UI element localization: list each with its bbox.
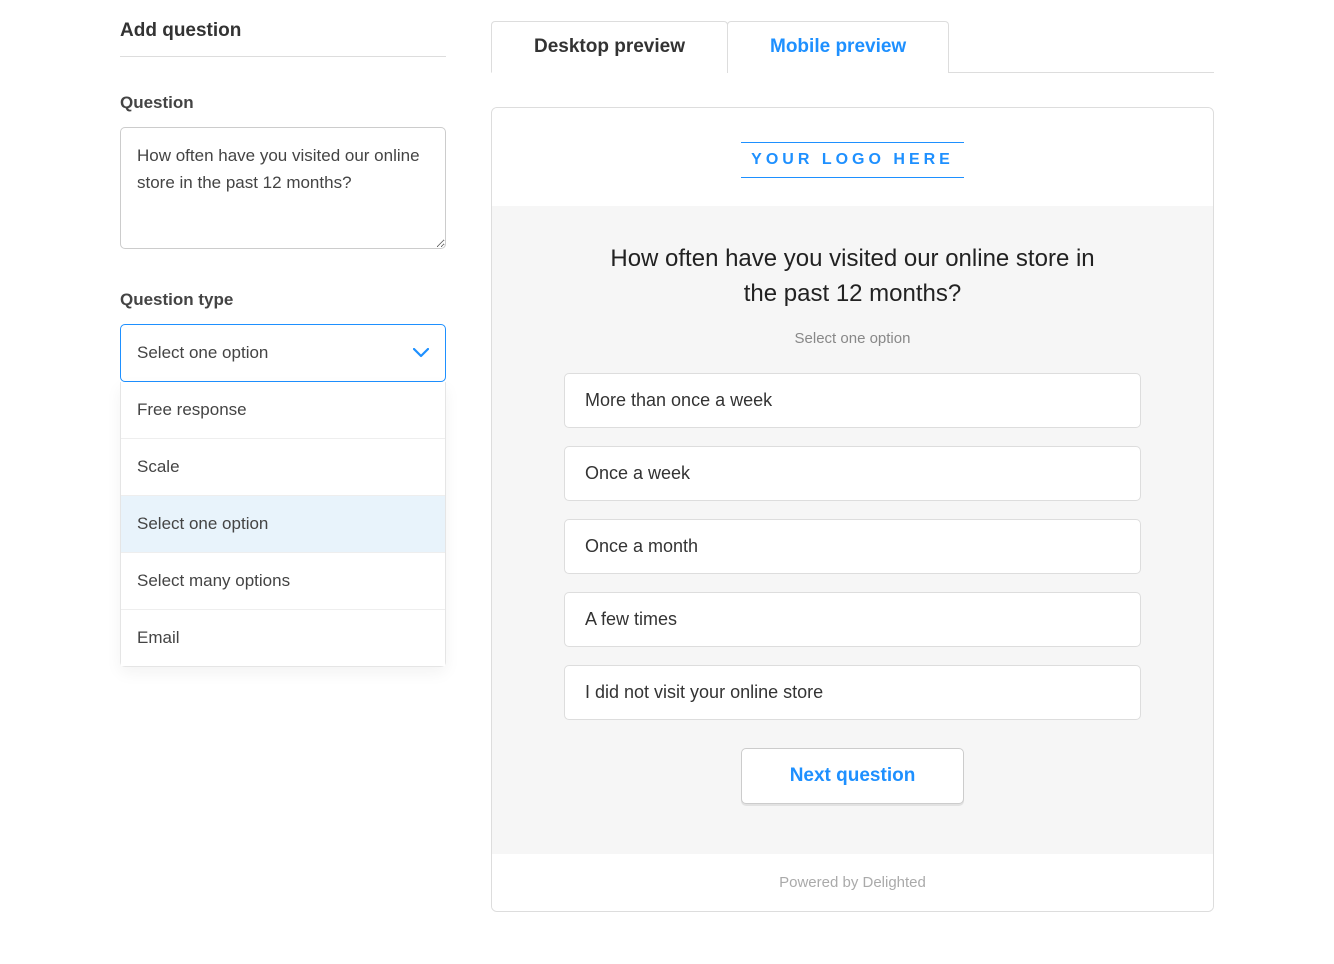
- preview-body: How often have you visited our online st…: [492, 206, 1213, 854]
- dropdown-item-email[interactable]: Email: [121, 609, 445, 666]
- preview-footer: Powered by Delighted: [492, 854, 1213, 911]
- preview-instruction: Select one option: [564, 330, 1141, 347]
- dropdown-item-free-response[interactable]: Free response: [121, 382, 445, 438]
- preview-tabs: Desktop preview Mobile preview: [491, 20, 1214, 73]
- chevron-down-icon: [413, 348, 429, 358]
- question-type-dropdown: Free response Scale Select one option Se…: [120, 382, 446, 667]
- logo-placeholder: YOUR LOGO HERE: [741, 142, 964, 178]
- section-title: Add question: [120, 20, 446, 57]
- preview-question-text: How often have you visited our online st…: [593, 242, 1113, 312]
- tab-desktop-preview[interactable]: Desktop preview: [491, 21, 728, 73]
- option-did-not-visit[interactable]: I did not visit your online store: [564, 665, 1141, 720]
- question-textarea[interactable]: [120, 127, 446, 249]
- option-once-a-week[interactable]: Once a week: [564, 446, 1141, 501]
- question-type-value: Select one option: [137, 343, 268, 363]
- question-type-label: Question type: [120, 290, 446, 310]
- dropdown-item-scale[interactable]: Scale: [121, 438, 445, 495]
- dropdown-item-select-one[interactable]: Select one option: [121, 495, 445, 552]
- question-type-select[interactable]: Select one option: [120, 324, 446, 382]
- next-question-button[interactable]: Next question: [741, 748, 965, 804]
- option-more-than-once-week[interactable]: More than once a week: [564, 373, 1141, 428]
- preview-header: YOUR LOGO HERE: [492, 108, 1213, 206]
- question-label: Question: [120, 93, 446, 113]
- option-a-few-times[interactable]: A few times: [564, 592, 1141, 647]
- preview-card: YOUR LOGO HERE How often have you visite…: [491, 107, 1214, 912]
- dropdown-item-select-many[interactable]: Select many options: [121, 552, 445, 609]
- tab-mobile-preview[interactable]: Mobile preview: [727, 21, 949, 73]
- option-once-a-month[interactable]: Once a month: [564, 519, 1141, 574]
